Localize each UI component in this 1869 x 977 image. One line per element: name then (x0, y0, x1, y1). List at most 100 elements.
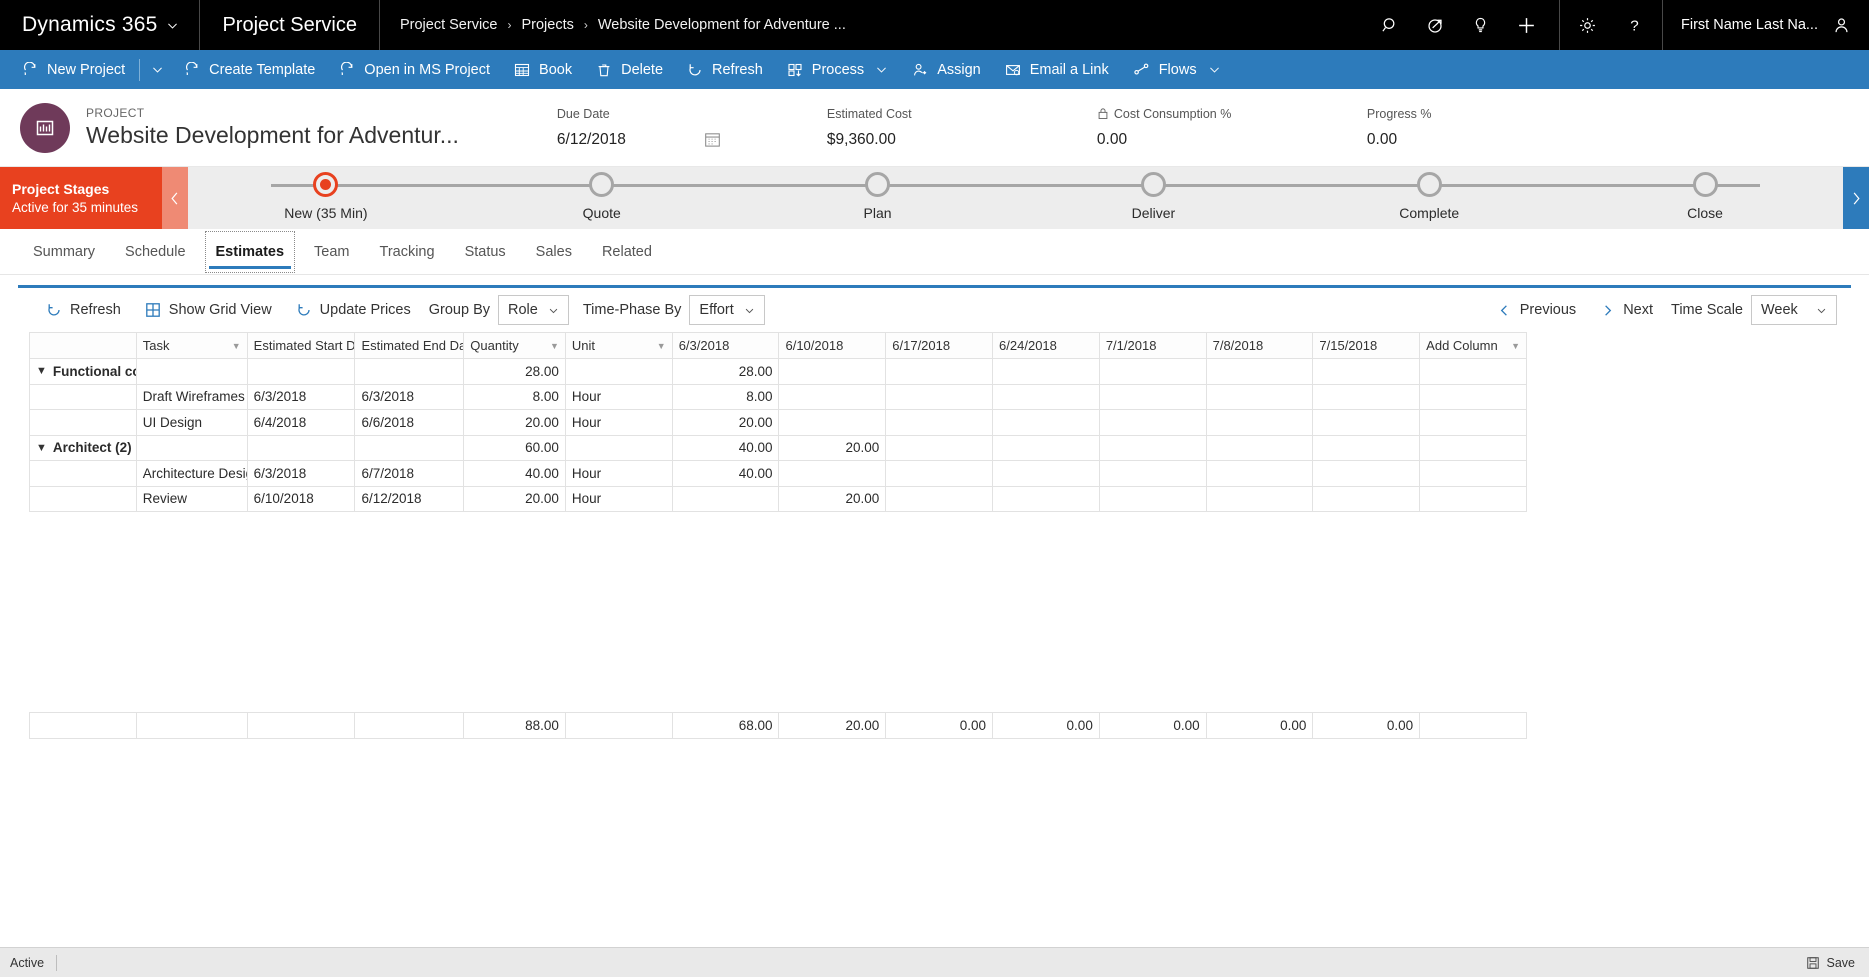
grid-col-estimated-end-date[interactable]: Estimated End Date▼ (354, 332, 465, 359)
group-cell[interactable] (29, 460, 137, 487)
cell-week-3[interactable] (885, 434, 994, 461)
cell-week-7[interactable] (1312, 383, 1421, 410)
person-icon[interactable] (1832, 16, 1851, 35)
tab-tracking[interactable]: Tracking (365, 229, 450, 275)
search-icon[interactable] (1381, 16, 1400, 35)
cell-week-5[interactable] (1098, 409, 1207, 436)
grid-col-week-5[interactable]: 7/1/2018 (1098, 332, 1207, 359)
cell-week-7[interactable] (1312, 460, 1421, 487)
cell-week-3[interactable] (885, 460, 994, 487)
cell-week-5[interactable] (1098, 460, 1207, 487)
cell-week-6[interactable] (1205, 409, 1314, 436)
cell-end-date[interactable]: 6/7/2018 (354, 460, 465, 487)
cell-week-6[interactable] (1205, 434, 1314, 461)
refresh-button[interactable]: Refresh (675, 50, 775, 89)
gear-icon[interactable] (1578, 16, 1597, 35)
cell-week-3[interactable] (885, 485, 994, 512)
cell-week-4[interactable] (992, 485, 1100, 512)
cell-start-date[interactable] (246, 434, 356, 461)
book-button[interactable]: Book (502, 50, 584, 89)
cell-task[interactable] (135, 358, 248, 385)
grid-col-quantity[interactable]: Quantity ▼ (463, 332, 566, 359)
next-period-button[interactable]: Next (1588, 295, 1665, 325)
cell-week-2[interactable] (778, 409, 887, 436)
group-cell[interactable] (29, 409, 137, 436)
chevron-down-icon[interactable] (1208, 63, 1221, 76)
cell-week-7[interactable] (1312, 358, 1421, 385)
cell-unit[interactable]: Hour (564, 383, 673, 410)
user-menu[interactable]: First Name Last Na... (1662, 0, 1869, 50)
lightbulb-icon[interactable] (1471, 16, 1490, 35)
breadcrumb-item-current-record[interactable]: Website Development for Adventure ... (598, 17, 846, 33)
cell-week-2[interactable]: 20.00 (778, 485, 887, 512)
grid-col-week-6[interactable]: 7/8/2018 (1205, 332, 1314, 359)
flows-button[interactable]: Flows (1121, 50, 1233, 89)
grid-col-week-7[interactable]: 7/15/2018 (1312, 332, 1421, 359)
cell-week-5[interactable] (1098, 485, 1207, 512)
cell-week-4[interactable] (992, 383, 1100, 410)
grid-col-week-1[interactable]: 6/3/2018 (671, 332, 780, 359)
cell-end-date[interactable]: 6/3/2018 (354, 383, 465, 410)
previous-period-button[interactable]: Previous (1485, 295, 1588, 325)
table-row[interactable]: Review 6/10/2018 6/12/2018 20.00 Hour 20… (29, 485, 1527, 512)
tab-sales[interactable]: Sales (521, 229, 587, 275)
tab-team[interactable]: Team (299, 229, 364, 275)
delete-button[interactable]: Delete (584, 50, 675, 89)
cell-task[interactable]: Draft Wireframes (135, 383, 248, 410)
cell-end-date[interactable] (354, 358, 465, 385)
show-grid-view-button[interactable]: Show Grid View (133, 295, 284, 325)
cell-unit[interactable]: Hour (564, 485, 673, 512)
grid-col-group[interactable] (29, 332, 137, 359)
cell-quantity[interactable]: 28.00 (463, 358, 566, 385)
chevron-down-icon[interactable]: ▼ (657, 341, 666, 351)
cell-task[interactable]: UI Design (135, 409, 248, 436)
cell-start-date[interactable]: 6/3/2018 (246, 460, 356, 487)
cell-week-4[interactable] (992, 460, 1100, 487)
tab-status[interactable]: Status (450, 229, 521, 275)
cell-week-1[interactable]: 28.00 (671, 358, 780, 385)
process-stage-new[interactable]: New (35 Min) (188, 167, 464, 221)
cell-start-date[interactable]: 6/3/2018 (246, 383, 356, 410)
grid-col-task[interactable]: Task ▼ (135, 332, 248, 359)
grid-col-week-4[interactable]: 6/24/2018 (992, 332, 1100, 359)
cell-week-6[interactable] (1205, 485, 1314, 512)
cell-week-3[interactable] (885, 358, 994, 385)
grid-refresh-button[interactable]: Refresh (34, 295, 133, 325)
cell-start-date[interactable]: 6/4/2018 (246, 409, 356, 436)
table-row[interactable]: ▼Functional cor 28.00 28.00 (29, 358, 1527, 385)
cell-week-1[interactable]: 40.00 (671, 434, 780, 461)
chevron-left-icon[interactable] (162, 167, 188, 229)
grid-col-unit[interactable]: Unit ▼ (564, 332, 673, 359)
cell-week-5[interactable] (1098, 434, 1207, 461)
cell-week-4[interactable] (992, 358, 1100, 385)
cell-week-3[interactable] (885, 409, 994, 436)
cell-end-date[interactable]: 6/6/2018 (354, 409, 465, 436)
cell-unit[interactable]: Hour (564, 409, 673, 436)
tab-summary[interactable]: Summary (18, 229, 110, 275)
chevron-down-icon[interactable]: ▼ (36, 365, 47, 377)
cell-start-date[interactable]: 6/10/2018 (246, 485, 356, 512)
email-a-link-button[interactable]: Email a Link (993, 50, 1121, 89)
cell-week-4[interactable] (992, 409, 1100, 436)
table-row[interactable]: UI Design 6/4/2018 6/6/2018 20.00 Hour 2… (29, 409, 1527, 436)
cell-week-2[interactable]: 20.00 (778, 434, 887, 461)
cell-unit[interactable] (564, 434, 673, 461)
tab-estimates[interactable]: Estimates (201, 229, 300, 275)
cell-week-5[interactable] (1098, 358, 1207, 385)
cell-end-date[interactable] (354, 434, 465, 461)
cell-week-5[interactable] (1098, 383, 1207, 410)
calendar-icon[interactable] (704, 131, 721, 148)
cell-add-column[interactable] (1419, 485, 1527, 512)
save-button[interactable]: Save (1806, 956, 1855, 970)
assign-button[interactable]: Assign (900, 50, 993, 89)
process-stage-quote[interactable]: Quote (464, 167, 740, 221)
cell-week-1[interactable]: 8.00 (671, 383, 780, 410)
open-in-ms-project-button[interactable]: Open in MS Project (327, 50, 502, 89)
chevron-down-icon[interactable]: ▼ (1511, 341, 1520, 351)
process-stage-plan[interactable]: Plan (740, 167, 1016, 221)
breadcrumb-item-projects[interactable]: Projects (521, 17, 573, 33)
tab-related[interactable]: Related (587, 229, 667, 275)
group-by-select[interactable]: Role (498, 295, 569, 325)
grid-col-estimated-start-date[interactable]: Estimated Start Date▼ (246, 332, 356, 359)
cell-add-column[interactable] (1419, 434, 1527, 461)
